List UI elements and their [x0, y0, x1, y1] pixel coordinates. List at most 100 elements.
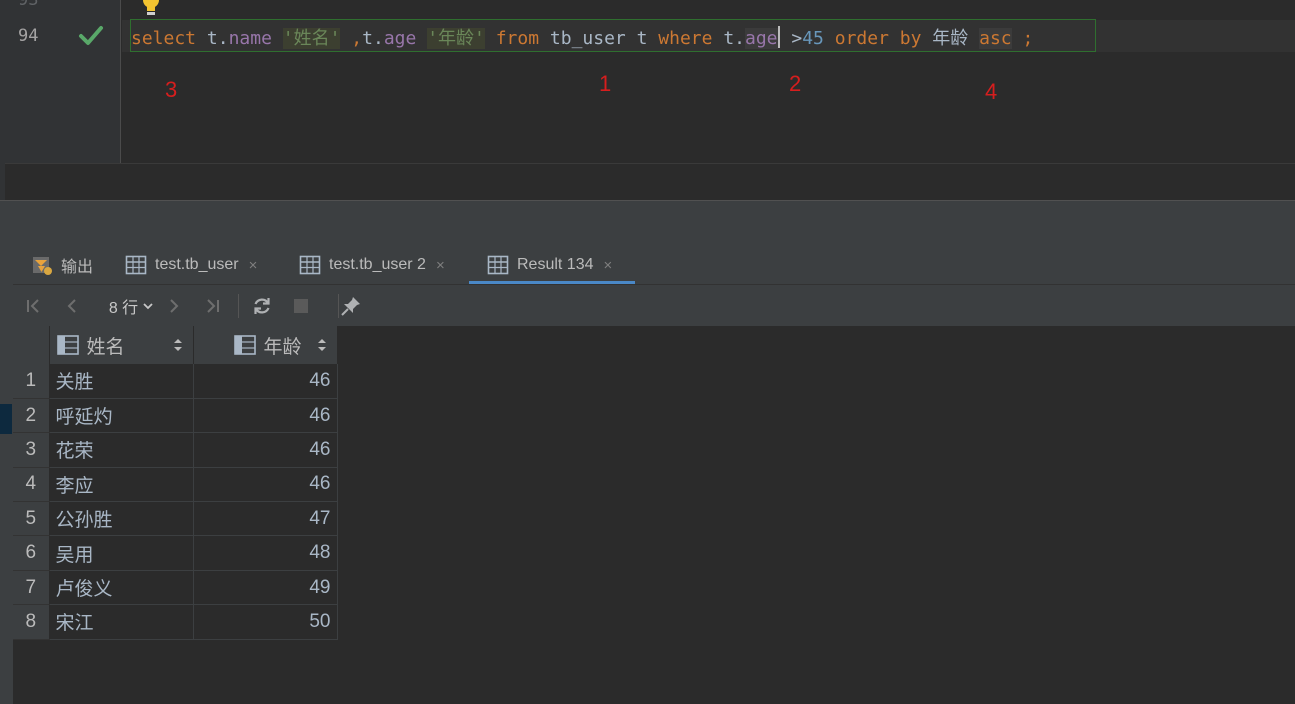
- tab-output[interactable]: 输出: [31, 246, 93, 284]
- row-number: 2: [13, 398, 50, 434]
- pin-icon: [341, 297, 360, 316]
- table-row[interactable]: 4 李应 46: [13, 467, 338, 503]
- row-number: 4: [13, 467, 50, 503]
- table-row[interactable]: 5 公孙胜 47: [13, 501, 338, 537]
- panel-left-edge: [0, 204, 13, 704]
- previous-page-button[interactable]: [59, 285, 85, 327]
- row-number-header: [13, 326, 50, 364]
- annotation-1: 1: [599, 71, 612, 96]
- row-number: 5: [13, 501, 50, 537]
- tab-test-tb-user-2[interactable]: test.tb_user 2 ×: [299, 246, 445, 284]
- column-header-name-label: 姓名: [86, 336, 125, 358]
- last-page-button[interactable]: [199, 285, 225, 327]
- sql-token: age: [383, 28, 417, 49]
- close-icon[interactable]: ×: [604, 257, 613, 274]
- age-cell[interactable]: 50: [193, 604, 338, 640]
- age-cell[interactable]: 46: [193, 432, 338, 468]
- close-icon[interactable]: ×: [249, 257, 258, 274]
- pin-tab-button[interactable]: [337, 285, 365, 327]
- sql-token: '年龄': [427, 28, 485, 49]
- tab-result-134[interactable]: Result 134 ×: [469, 246, 635, 284]
- column-header-age[interactable]: 年龄: [193, 326, 338, 364]
- name-cell[interactable]: 呼延灼: [49, 398, 194, 434]
- sql-token: ;: [1011, 28, 1034, 49]
- chevron-down-icon: [143, 303, 153, 310]
- editor-bottom-area: [5, 163, 1295, 200]
- sql-editor[interactable]: 93 94 select t.name '姓名' ,t.age '年龄' fro…: [0, 0, 1295, 200]
- result-table: 姓名 年龄 1 关胜 46 2 呼延灼 46 3 花荣 46 4 李应 46 5…: [13, 326, 338, 640]
- sql-statement-line[interactable]: select t.name '姓名' ,t.age '年龄' from tb_u…: [131, 26, 1033, 49]
- name-cell[interactable]: 花荣: [49, 432, 194, 468]
- age-cell[interactable]: 46: [193, 467, 338, 503]
- first-page-button[interactable]: [21, 285, 47, 327]
- stop-button[interactable]: [288, 285, 314, 327]
- age-cell[interactable]: 47: [193, 501, 338, 537]
- table-row[interactable]: 6 吴用 48: [13, 535, 338, 571]
- result-grid[interactable]: 姓名 年龄 1 关胜 46 2 呼延灼 46 3 花荣 46 4 李应 46 5…: [13, 326, 1295, 704]
- table-row[interactable]: 1 关胜 46: [13, 364, 338, 399]
- table-row[interactable]: 7 卢俊义 49: [13, 570, 338, 606]
- annotation-4: 4: [985, 79, 998, 104]
- column-header-name[interactable]: 姓名: [49, 326, 194, 364]
- sql-token: t.: [712, 28, 745, 49]
- row-number: 6: [13, 535, 50, 571]
- sql-token: ,: [340, 28, 363, 49]
- result-toolbar: 8 行: [13, 284, 1295, 326]
- row-number: 7: [13, 570, 50, 606]
- table-icon: [487, 255, 509, 275]
- row-number: 1: [13, 364, 50, 399]
- sql-token: where: [658, 28, 713, 49]
- name-cell[interactable]: 宋江: [49, 604, 194, 640]
- age-cell[interactable]: 46: [193, 398, 338, 434]
- line-number-previous: 93: [18, 0, 39, 10]
- name-cell[interactable]: 关胜: [49, 364, 194, 399]
- sql-token: from: [495, 28, 540, 49]
- close-icon[interactable]: ×: [436, 257, 445, 274]
- column-header-age-label: 年龄: [263, 336, 302, 358]
- editor-gutter: 93 94: [5, 0, 121, 163]
- sql-token: select: [131, 28, 197, 49]
- toolbar-separator: [238, 294, 239, 318]
- annotation-3: 3: [165, 77, 178, 102]
- line-number-current: 94: [18, 26, 39, 46]
- tab-output-label: 输出: [61, 259, 94, 276]
- stop-icon: [294, 299, 308, 313]
- name-cell[interactable]: 公孙胜: [49, 501, 194, 537]
- execution-success-check-icon: [79, 26, 103, 45]
- sql-token: '姓名': [282, 28, 341, 49]
- next-page-button[interactable]: [161, 285, 187, 327]
- sql-token: t.: [362, 28, 384, 49]
- chevron-right-icon: [170, 299, 179, 313]
- table-header-row: 姓名 年龄: [13, 326, 338, 364]
- table-row[interactable]: 3 花荣 46: [13, 432, 338, 468]
- side-selection-marker: [0, 404, 12, 434]
- name-cell[interactable]: 卢俊义: [49, 570, 194, 606]
- name-cell[interactable]: 李应: [49, 467, 194, 503]
- annotation-2: 2: [789, 71, 802, 96]
- sql-token: age: [745, 28, 778, 49]
- sort-icon[interactable]: [173, 337, 183, 353]
- age-cell[interactable]: 48: [193, 535, 338, 571]
- age-cell[interactable]: 49: [193, 570, 338, 606]
- sort-icon[interactable]: [317, 337, 327, 353]
- tab-test-tb-user[interactable]: test.tb_user ×: [125, 246, 257, 284]
- services-panel: 输出 test.tb_user × test.tb_user 2 × Resul…: [0, 204, 1295, 704]
- result-tabs: 输出 test.tb_user × test.tb_user 2 × Resul…: [13, 246, 1295, 284]
- name-cell[interactable]: 吴用: [49, 535, 194, 571]
- table-row[interactable]: 8 宋江 50: [13, 604, 338, 640]
- tab-test-tb-user-2-label: test.tb_user 2: [329, 256, 426, 273]
- tab-result-134-label: Result 134: [517, 256, 594, 273]
- refresh-button[interactable]: [248, 285, 276, 327]
- page-size-selector[interactable]: 8 行: [97, 285, 167, 327]
- age-cell[interactable]: 46: [193, 364, 338, 399]
- last-page-icon: [207, 299, 219, 313]
- sql-token: name: [228, 28, 272, 49]
- sql-token: >: [780, 28, 803, 49]
- table-row[interactable]: 2 呼延灼 46: [13, 398, 338, 434]
- code-area[interactable]: select t.name '姓名' ,t.age '年龄' from tb_u…: [122, 0, 1295, 163]
- page-size-label: 8 行: [108, 300, 139, 317]
- table-icon: [299, 255, 321, 275]
